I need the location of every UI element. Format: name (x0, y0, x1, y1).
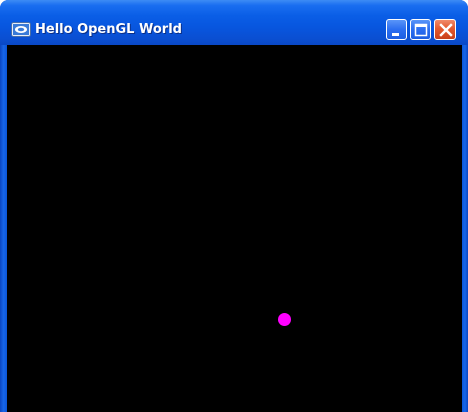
opengl-canvas[interactable] (7, 45, 462, 412)
window-frame-left (0, 45, 7, 412)
close-button[interactable] (434, 19, 456, 40)
window-frame-right (462, 45, 468, 412)
magenta-point (278, 313, 291, 326)
minimize-icon (392, 33, 399, 36)
window-app-icon[interactable] (11, 22, 31, 37)
window-title: Hello OpenGL World (35, 22, 182, 37)
close-icon (439, 23, 453, 37)
app-window: Hello OpenGL World (0, 0, 468, 412)
maximize-button[interactable] (410, 19, 431, 40)
title-bar[interactable]: Hello OpenGL World (0, 0, 468, 45)
minimize-button[interactable] (386, 19, 407, 40)
maximize-icon (414, 23, 428, 37)
